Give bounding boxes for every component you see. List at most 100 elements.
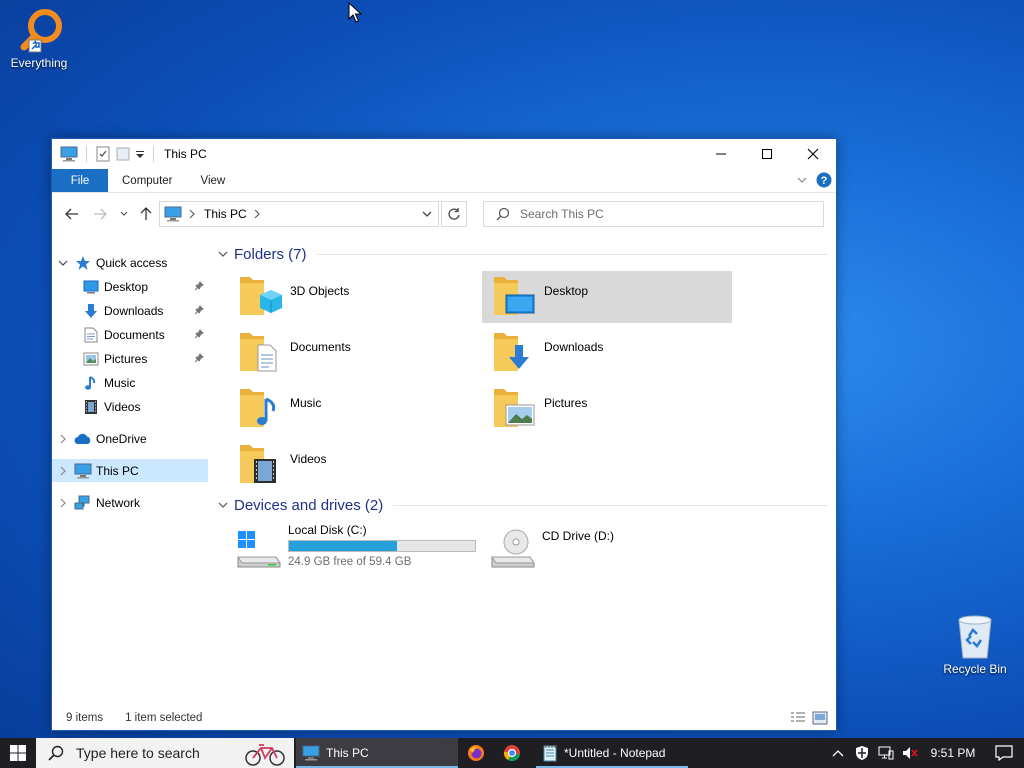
folders-group-header[interactable]: Folders (7): [218, 243, 828, 265]
nav-item-downloads[interactable]: Downloads: [52, 299, 208, 322]
bicycle-icon: [245, 744, 285, 766]
nav-network[interactable]: Network: [52, 491, 208, 514]
collapsed-chevron-icon[interactable]: [58, 434, 68, 444]
taskbar-notepad[interactable]: *Untitled - Notepad: [536, 738, 688, 768]
search-icon: [496, 207, 510, 221]
notification-center-button[interactable]: [984, 738, 1024, 768]
ribbon-tabs: File Computer View ?: [52, 169, 836, 193]
nav-onedrive[interactable]: OneDrive: [52, 427, 208, 450]
folder-downloads[interactable]: Downloads: [482, 327, 732, 379]
tab-file[interactable]: File: [52, 169, 108, 192]
this-pc-icon[interactable]: [60, 146, 78, 162]
pin-icon[interactable]: [194, 281, 204, 291]
drive-d[interactable]: CD Drive (D:): [482, 529, 732, 581]
nav-item-label: Desktop: [104, 279, 149, 294]
videos-film-icon: [85, 399, 97, 414]
everything-desktop-icon[interactable]: Everything: [1, 6, 77, 70]
breadcrumb-chevron-icon[interactable]: [253, 209, 261, 219]
breadcrumb-chevron-icon[interactable]: [188, 209, 196, 219]
nav-item-pictures[interactable]: Pictures: [52, 347, 208, 370]
nav-item-desktop[interactable]: Desktop: [52, 275, 208, 298]
folder-videos[interactable]: Videos: [228, 439, 478, 491]
chrome-icon: [503, 745, 520, 762]
pin-icon[interactable]: [194, 329, 204, 339]
start-button[interactable]: [0, 738, 36, 768]
collapsed-chevron-icon[interactable]: [58, 498, 68, 508]
nav-item-music[interactable]: Music: [52, 371, 208, 394]
folder-pictures[interactable]: Pictures: [482, 383, 732, 435]
download-arrow-icon: [85, 303, 97, 318]
taskbar-firefox[interactable]: [458, 738, 494, 768]
expand-ribbon-chevron-icon[interactable]: [796, 174, 808, 186]
everything-label: Everything: [10, 56, 68, 70]
nav-this-pc[interactable]: This PC: [52, 459, 208, 482]
taskbar-explorer-label: This PC: [326, 746, 369, 760]
up-arrow-icon: [140, 207, 152, 220]
pin-icon[interactable]: [194, 353, 204, 363]
recent-locations-button[interactable]: [114, 205, 134, 223]
new-folder-icon[interactable]: [115, 146, 131, 162]
details-view-icon[interactable]: [790, 711, 806, 725]
volume-tray-button[interactable]: [898, 738, 922, 768]
customize-qat-chevron-icon[interactable]: [135, 146, 145, 162]
taskbar: Type here to search This PC *Untitled - …: [0, 738, 1024, 768]
search-box[interactable]: Search This PC: [483, 201, 824, 227]
documents-icon: [84, 327, 98, 342]
folder-documents[interactable]: Documents: [228, 327, 478, 379]
address-bar[interactable]: This PC: [159, 201, 439, 227]
security-tray-button[interactable]: [850, 738, 874, 768]
network-tray-button[interactable]: [874, 738, 898, 768]
refresh-button[interactable]: [441, 201, 467, 227]
music-folder-icon: [240, 389, 276, 427]
notification-icon: [995, 745, 1013, 761]
taskbar-file-explorer[interactable]: This PC: [296, 738, 458, 768]
taskbar-search-box[interactable]: Type here to search: [36, 738, 294, 768]
title-bar[interactable]: This PC: [52, 139, 836, 169]
help-icon[interactable]: ?: [816, 172, 832, 188]
nav-item-documents[interactable]: Documents: [52, 323, 208, 346]
quick-access-toolbar: [52, 146, 158, 162]
folders-group-title: Folders (7): [234, 245, 307, 263]
large-icons-view-icon[interactable]: [812, 711, 828, 725]
ribbon-right-controls: ?: [796, 172, 832, 188]
folder-label: 3D Objects: [290, 284, 350, 298]
recycle-bin-icon: [958, 615, 992, 659]
folder-label: Downloads: [544, 340, 604, 354]
address-dropdown-chevron-icon[interactable]: [420, 207, 434, 221]
pin-icon[interactable]: [194, 305, 204, 315]
file-explorer-window: This PC File Computer View ? This PC Sea…: [51, 138, 837, 731]
folder-3d-objects[interactable]: 3D Objects: [228, 271, 478, 323]
recycle-bin-desktop-icon[interactable]: Recycle Bin: [937, 612, 1013, 676]
properties-icon[interactable]: [95, 146, 111, 162]
forward-button[interactable]: [90, 205, 110, 223]
group-collapse-chevron-icon[interactable]: [218, 500, 228, 510]
group-collapse-chevron-icon[interactable]: [218, 249, 228, 259]
desktop-icon: [83, 280, 99, 293]
back-button[interactable]: [62, 205, 82, 223]
mouse-cursor-icon: [348, 2, 362, 23]
tab-computer[interactable]: Computer: [108, 169, 187, 192]
desktop-folder-icon: [494, 277, 535, 315]
nav-this-pc-label: This PC: [96, 463, 139, 478]
taskbar-clock[interactable]: 9:51 PM: [922, 746, 984, 760]
collapsed-chevron-icon[interactable]: [58, 466, 68, 476]
minimize-button[interactable]: [698, 139, 744, 169]
expanded-chevron-icon[interactable]: [58, 258, 68, 268]
show-hidden-icons-button[interactable]: [826, 738, 850, 768]
devices-group-header[interactable]: Devices and drives (2): [218, 494, 828, 516]
taskbar-chrome[interactable]: [494, 738, 530, 768]
up-button[interactable]: [136, 205, 156, 223]
this-pc-icon: [164, 206, 182, 222]
folder-music[interactable]: Music: [228, 383, 478, 435]
breadcrumb-this-pc[interactable]: This PC: [204, 207, 247, 221]
nav-item-videos[interactable]: Videos: [52, 395, 208, 418]
tab-view[interactable]: View: [187, 169, 240, 192]
drive-c[interactable]: Local Disk (C:) 24.9 GB free of 59.4 GB: [228, 523, 478, 575]
nav-item-label: Documents: [104, 327, 165, 342]
close-button[interactable]: [790, 139, 836, 169]
group-divider: [393, 504, 828, 506]
folder-desktop[interactable]: Desktop: [482, 271, 732, 323]
nav-quick-access[interactable]: Quick access: [52, 251, 208, 274]
maximize-button[interactable]: [744, 139, 790, 169]
taskbar-notepad-label: *Untitled - Notepad: [564, 746, 666, 760]
